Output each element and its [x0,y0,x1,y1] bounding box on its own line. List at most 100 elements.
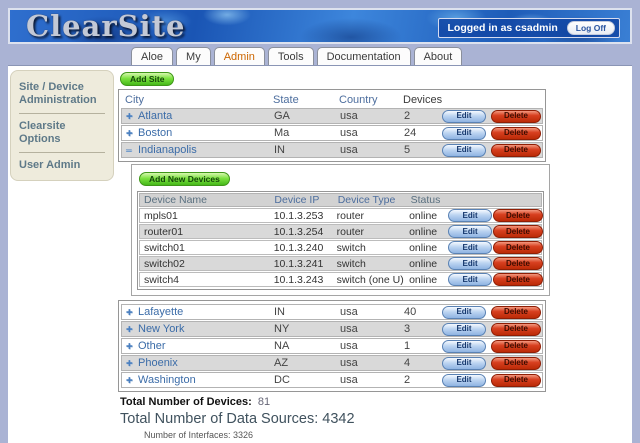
site-row-washington: ✚ Washington DC usa 2 Edit Delete [121,372,543,388]
log-off-button[interactable]: Log Off [566,21,615,35]
state-cell: AZ [274,357,289,369]
collapse-icon[interactable]: ═ [126,146,138,155]
device-row-mpls01: mpls01 10.1.3.253 router online Edit Del… [139,208,543,223]
edit-button[interactable]: Edit [448,209,493,223]
delete-button[interactable]: Delete [491,109,541,123]
delete-button[interactable]: Delete [491,143,541,157]
site-row-lafayette: ✚ Lafayette IN usa 40 Edit Delete [121,304,543,320]
tab-admin[interactable]: Admin [213,47,265,65]
delete-button[interactable]: Delete [491,126,541,140]
expand-icon[interactable]: ✚ [126,342,138,351]
city-link[interactable]: Washington [138,374,196,386]
total-data-sources-label: Total Number of Data Sources: [120,411,319,427]
state-cell: DC [274,374,290,386]
device-name-cell: router01 [144,225,184,238]
expand-icon[interactable]: ✚ [126,112,138,121]
country-cell: usa [340,374,358,386]
delete-button[interactable]: Delete [493,241,543,255]
devices-cell: 40 [404,306,417,318]
edit-button[interactable]: Edit [448,225,493,239]
header-banner: ClearSite Logged in as csadmin Log Off [8,8,632,44]
sidebar-item-site-device-administration[interactable]: Site / Device Administration [19,81,105,107]
edit-button[interactable]: Edit [442,109,486,123]
tab-my[interactable]: My [176,47,211,65]
tab-documentation[interactable]: Documentation [316,47,411,65]
expand-icon[interactable]: ✚ [126,129,138,138]
site-row-phoenix: ✚ Phoenix AZ usa 4 Edit Delete [121,355,543,371]
add-new-devices-button[interactable]: Add New Devices [139,172,230,186]
column-header-state[interactable]: State [273,94,339,106]
column-header-city[interactable]: City [121,94,273,106]
tab-tools[interactable]: Tools [267,47,314,65]
edit-button[interactable]: Edit [448,241,493,255]
device-ip-cell: 10.1.3.240 [273,241,324,254]
expand-icon[interactable]: ✚ [126,376,138,385]
delete-button[interactable]: Delete [493,273,543,287]
edit-button[interactable]: Edit [442,356,486,370]
delete-button[interactable]: Delete [491,322,541,336]
clearsite-logo: ClearSite [26,9,186,43]
city-link[interactable]: Indianapolis [138,144,197,156]
expand-icon[interactable]: ✚ [126,308,138,317]
delete-button[interactable]: Delete [491,356,541,370]
header-banner-wrap: ClearSite Logged in as csadmin Log Off [8,8,632,44]
devices-cell: 1 [404,340,411,352]
device-type-cell: switch [336,257,366,270]
column-header-device-type[interactable]: Device Type [338,194,411,206]
expand-icon[interactable]: ✚ [126,359,138,368]
edit-button[interactable]: Edit [442,339,486,353]
device-row-switch02: switch02 10.1.3.241 switch online Edit D… [139,256,543,271]
city-link[interactable]: Other [138,340,166,352]
expand-icon[interactable]: ✚ [126,325,138,334]
device-ip-cell: 10.1.3.243 [273,273,324,286]
city-link[interactable]: Lafayette [138,306,183,318]
city-link[interactable]: Phoenix [138,357,178,369]
country-cell: usa [340,144,358,156]
device-name-cell: switch01 [144,241,185,254]
column-header-device-ip[interactable]: Device IP [274,194,337,206]
device-ip-cell: 10.1.3.254 [273,225,324,238]
edit-button[interactable]: Edit [442,373,486,387]
delete-button[interactable]: Delete [491,373,541,387]
site-row-boston: ✚ Boston Ma usa 24 Edit Delete [121,125,543,141]
device-row-switch01: switch01 10.1.3.240 switch online Edit D… [139,240,543,255]
city-link[interactable]: New York [138,323,184,335]
edit-button[interactable]: Edit [442,305,486,319]
column-header-status: Status [410,194,441,206]
tab-about[interactable]: About [413,47,463,65]
sidebar-item-clearsite-options[interactable]: Clearsite Options [19,120,105,146]
city-link[interactable]: Atlanta [138,110,172,122]
device-table-header-row: Device Name Device IP Device Type Status [139,193,542,207]
sidebar-divider [19,113,105,114]
devices-cell: 2 [404,110,411,122]
sidebar-divider [19,152,105,153]
city-link[interactable]: Boston [138,127,172,139]
device-status-cell: online [409,241,438,254]
sidebar-item-user-admin[interactable]: User Admin [19,159,105,172]
delete-button[interactable]: Delete [493,257,543,271]
edit-button[interactable]: Edit [442,126,486,140]
country-cell: usa [340,323,358,335]
content-area: Site / Device Administration Clearsite O… [8,65,632,443]
edit-button[interactable]: Edit [448,273,493,287]
device-status-cell: online [409,257,438,270]
edit-button[interactable]: Edit [442,143,486,157]
delete-button[interactable]: Delete [493,209,543,223]
country-cell: usa [340,127,358,139]
device-ip-cell: 10.1.3.241 [273,257,324,270]
device-name-cell: switch02 [144,257,185,270]
delete-button[interactable]: Delete [491,339,541,353]
edit-button[interactable]: Edit [448,257,493,271]
total-data-sources-value: 4342 [322,411,355,427]
column-header-devices: Devices [403,93,443,106]
delete-button[interactable]: Delete [493,225,543,239]
delete-button[interactable]: Delete [491,305,541,319]
tab-aloe[interactable]: Aloe [131,47,174,65]
column-header-country[interactable]: Country [339,94,403,106]
state-cell: GA [274,110,290,122]
device-status-cell: online [409,225,438,238]
add-site-button[interactable]: Add Site [120,72,175,86]
state-cell: IN [274,144,285,156]
edit-button[interactable]: Edit [442,322,486,336]
site-row-new-york: ✚ New York NY usa 3 Edit Delete [121,321,543,337]
